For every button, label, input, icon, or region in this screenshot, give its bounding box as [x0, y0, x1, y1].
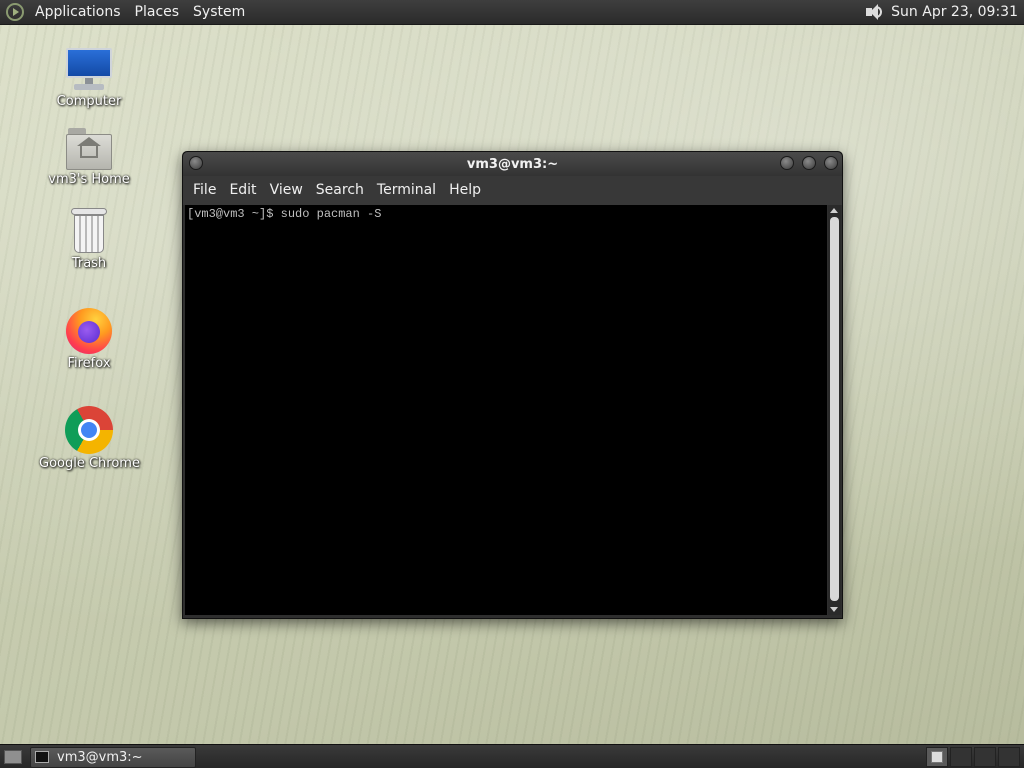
- desktop-icon-label: Firefox: [67, 356, 111, 371]
- window-title: vm3@vm3:~: [466, 156, 559, 172]
- minimize-button[interactable]: [780, 156, 794, 170]
- firefox-icon: [66, 308, 112, 354]
- menu-edit[interactable]: Edit: [223, 176, 263, 205]
- menu-file[interactable]: File: [187, 176, 223, 205]
- scrollbar-thumb[interactable]: [830, 217, 839, 601]
- terminal-scrollbar[interactable]: [828, 205, 841, 615]
- workspace-4[interactable]: [998, 747, 1020, 767]
- desktop-icon-label: Computer: [56, 94, 122, 109]
- applications-menu[interactable]: Applications: [28, 0, 128, 24]
- trash-icon: [69, 208, 109, 254]
- scroll-down-icon[interactable]: [830, 607, 838, 612]
- desktop-icon-label: Trash: [71, 256, 107, 271]
- desktop-icon-label: Google Chrome: [39, 456, 140, 471]
- workspace-1[interactable]: [926, 747, 948, 767]
- terminal-icon: [35, 751, 49, 763]
- bottom-panel: vm3@vm3:~: [0, 744, 1024, 768]
- taskbar-button-label: vm3@vm3:~: [57, 749, 143, 765]
- terminal-window: vm3@vm3:~ File Edit View Search Terminal…: [182, 151, 843, 619]
- workspace-3[interactable]: [974, 747, 996, 767]
- workspace-2[interactable]: [950, 747, 972, 767]
- close-button[interactable]: [824, 156, 838, 170]
- top-panel: Applications Places System Sun Apr 23, 0…: [0, 0, 1024, 25]
- home-folder-icon: [66, 128, 112, 170]
- menu-help[interactable]: Help: [443, 176, 488, 205]
- desktop-icon-trash[interactable]: Trash: [39, 208, 139, 271]
- terminal-output[interactable]: [vm3@vm3 ~]$ sudo pacman -S: [185, 205, 827, 615]
- menu-view[interactable]: View: [264, 176, 310, 205]
- scroll-up-icon[interactable]: [830, 208, 838, 213]
- desktop-icon-label: vm3's Home: [48, 172, 130, 187]
- volume-icon[interactable]: [863, 2, 885, 22]
- terminal-menubar: File Edit View Search Terminal Help: [183, 176, 842, 205]
- computer-icon: [66, 46, 112, 92]
- clock[interactable]: Sun Apr 23, 09:31: [891, 0, 1024, 24]
- menu-terminal[interactable]: Terminal: [371, 176, 443, 205]
- menu-search[interactable]: Search: [310, 176, 371, 205]
- window-titlebar[interactable]: vm3@vm3:~: [183, 152, 842, 176]
- desktop-icon-computer[interactable]: Computer: [39, 46, 139, 109]
- places-menu[interactable]: Places: [128, 0, 187, 24]
- taskbar-button-terminal[interactable]: vm3@vm3:~: [30, 746, 196, 768]
- chrome-icon: [65, 406, 113, 454]
- distro-logo-icon[interactable]: [6, 3, 24, 21]
- maximize-button[interactable]: [802, 156, 816, 170]
- system-menu[interactable]: System: [186, 0, 252, 24]
- desktop-icon-chrome[interactable]: Google Chrome: [39, 406, 140, 471]
- desktop-icon-firefox[interactable]: Firefox: [39, 308, 139, 371]
- top-panel-tray: Sun Apr 23, 09:31: [863, 0, 1024, 24]
- desktop-icon-home[interactable]: vm3's Home: [39, 128, 139, 187]
- show-desktop-icon[interactable]: [4, 750, 22, 764]
- workspace-switcher: [924, 747, 1020, 767]
- window-menu-button[interactable]: [189, 156, 203, 170]
